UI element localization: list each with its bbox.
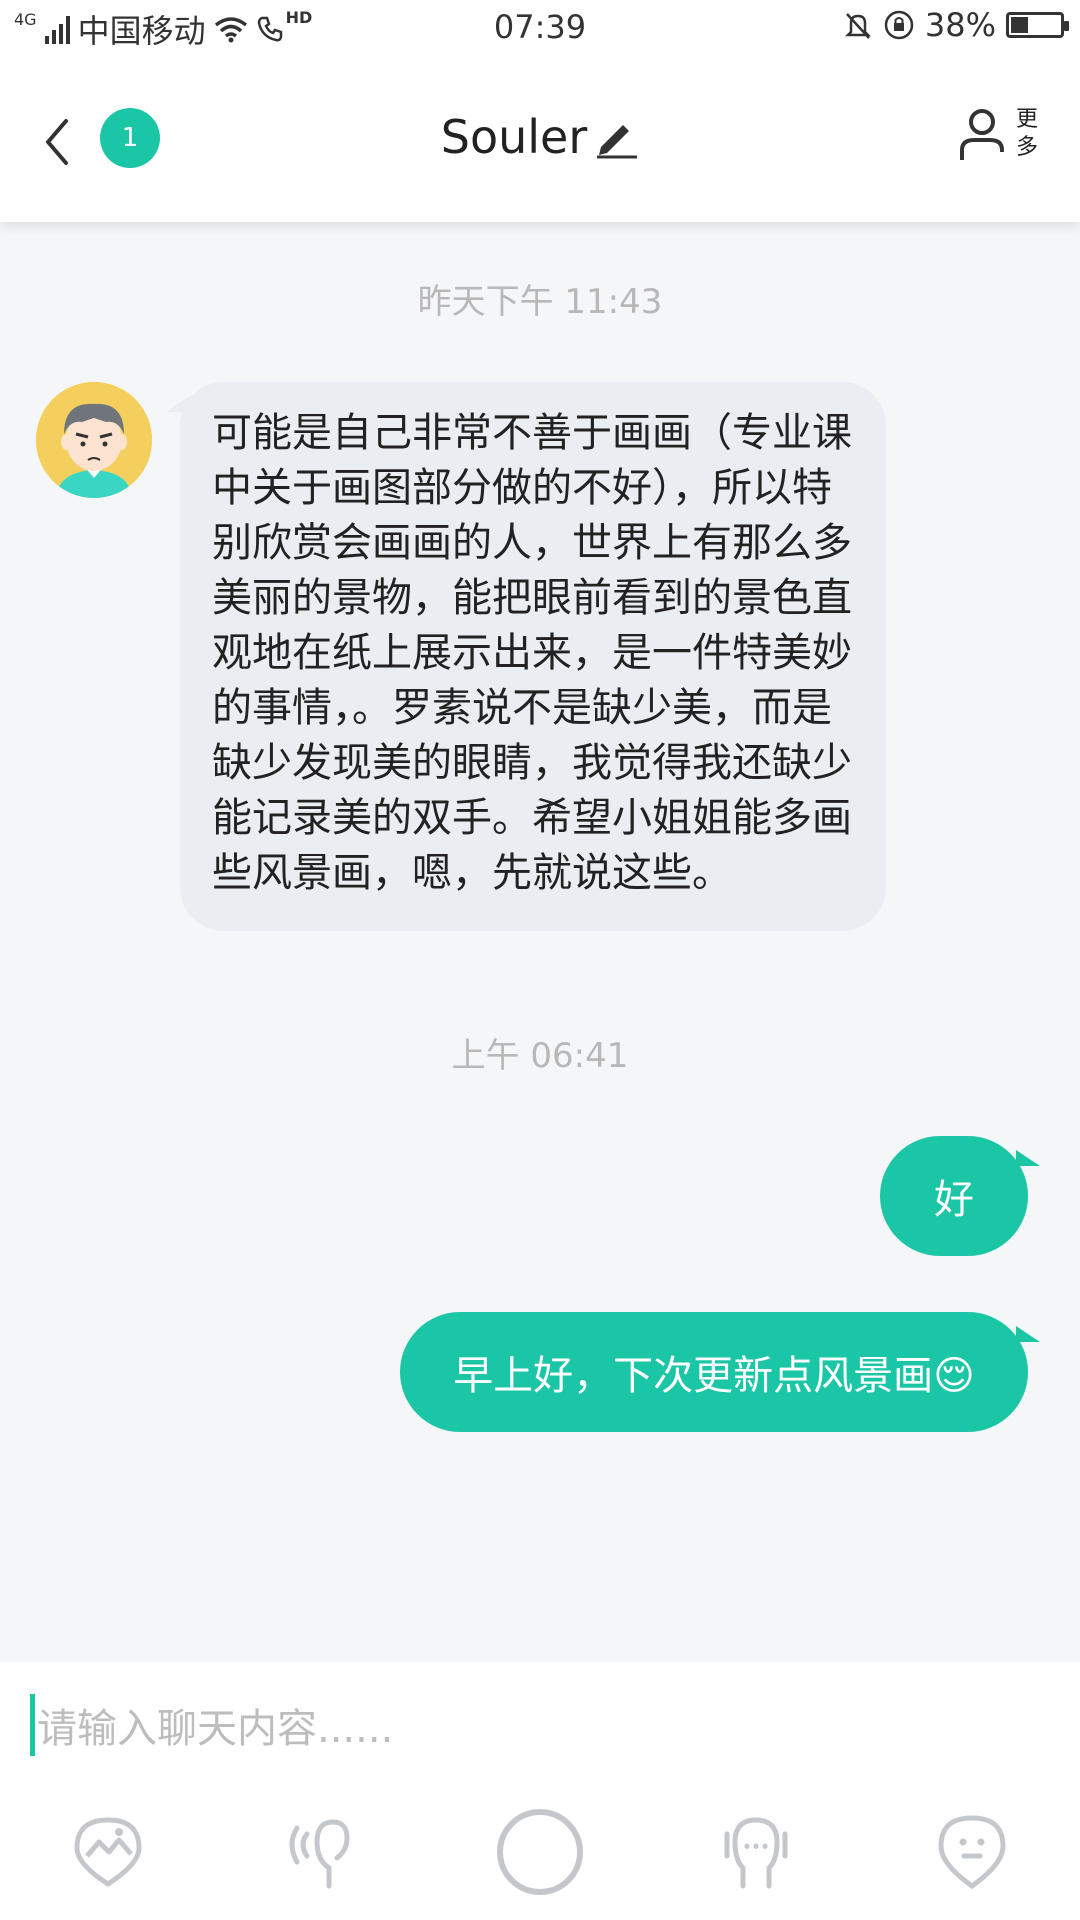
record-button[interactable] <box>490 1802 590 1902</box>
more-label-line1: 更 <box>1015 107 1038 132</box>
status-right: 38% <box>843 6 1069 44</box>
more-label: 更 多 <box>1014 106 1040 162</box>
bell-off-icon <box>844 13 871 39</box>
emoji-icon <box>938 1815 1006 1890</box>
incoming-message[interactable]: 可能是自己非常不善于画画（专业课中关于画图部分做的不好），所以特别欣赏会画画的人… <box>166 382 886 931</box>
text-caret <box>30 1694 35 1756</box>
rotation-lock-icon <box>884 10 914 40</box>
avatar-face-icon <box>36 382 152 498</box>
mic-button[interactable] <box>706 1802 806 1902</box>
voice-icon <box>289 1819 350 1889</box>
status-bar: 4G 中国移动 HD 07:39 38% <box>0 0 1080 56</box>
message-placeholder: 请输入聊天内容...... <box>37 1706 394 1752</box>
message-input[interactable]: 请输入聊天内容...... <box>30 1692 1050 1758</box>
input-area: 请输入聊天内容...... <box>0 1662 1080 1920</box>
battery-icon <box>1006 12 1069 38</box>
chat-title-button[interactable]: Souler <box>441 110 640 164</box>
emoji-button[interactable] <box>922 1802 1022 1902</box>
outgoing-message[interactable]: 早上好，下次更新点风景画😌 <box>400 1312 1040 1432</box>
circle-icon <box>497 1809 583 1895</box>
chat-header: 1 Souler 更 多 <box>0 56 1080 222</box>
incoming-message-text: 可能是自己非常不善于画画（专业课中关于画图部分做的不好），所以特别欣赏会画画的人… <box>212 410 852 896</box>
timestamp: 上午 06:41 <box>451 1036 629 1076</box>
timestamp: 昨天下午 11:43 <box>417 282 663 322</box>
person-icon <box>960 109 1004 160</box>
chat-area[interactable]: 昨天下午 11:43 可能是自己非常不善于画画（专业课中关于画图部分做的不好），… <box>0 222 1080 1662</box>
more-label-line2: 多 <box>1015 135 1038 160</box>
outgoing-message-text: 好 <box>934 1177 974 1223</box>
mic-icon <box>724 1817 788 1889</box>
input-toolbar <box>0 1802 1080 1912</box>
title-container: Souler <box>0 110 1080 164</box>
outgoing-message-text: 早上好，下次更新点风景画😌 <box>453 1353 975 1399</box>
edit-pencil-icon <box>597 125 638 159</box>
more-button[interactable]: 更 多 <box>958 106 1040 162</box>
avatar[interactable] <box>36 382 152 498</box>
image-icon <box>74 1817 142 1887</box>
voice-button[interactable] <box>274 1802 374 1902</box>
battery-fill <box>1011 17 1028 33</box>
battery-percent: 38% <box>924 6 996 44</box>
chat-title: Souler <box>440 110 588 164</box>
outgoing-message[interactable]: 好 <box>880 1136 1040 1256</box>
image-button[interactable] <box>58 1802 158 1902</box>
